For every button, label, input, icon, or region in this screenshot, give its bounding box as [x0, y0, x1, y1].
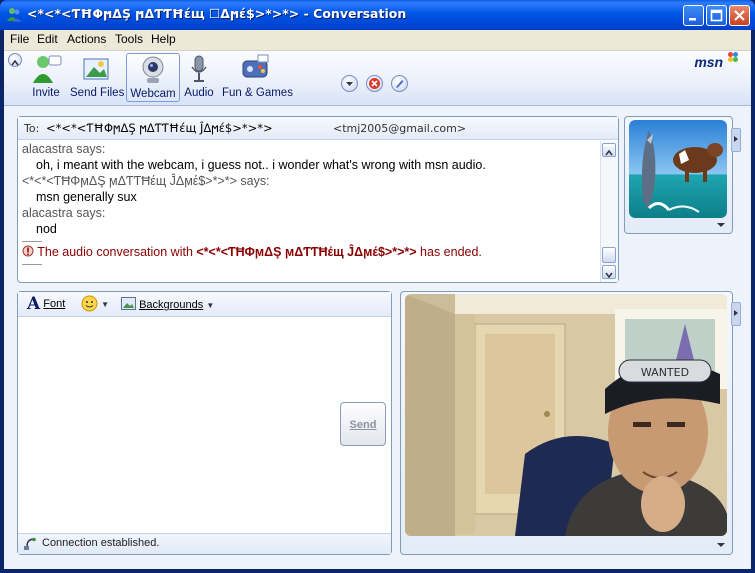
font-label: Font: [43, 298, 66, 310]
webcam-icon: [136, 54, 170, 86]
close-button[interactable]: [729, 5, 750, 26]
to-contact-email: <tmj2005@gmail.com>: [333, 122, 467, 135]
separator: [22, 264, 42, 265]
to-contact-name[interactable]: <*<*<ƬĦΦϻΔŞ ϻΔƬƬĦέщ ĴΔϻέ$>*>*>: [46, 121, 273, 135]
smiley-icon: [81, 295, 98, 312]
picture-options-icon[interactable]: [716, 221, 726, 229]
msn-buddy-icon: [7, 8, 21, 22]
chevron-right-icon: [734, 136, 738, 142]
backgrounds-dropdown-icon: ▼: [206, 301, 215, 310]
webcam-video: WANTED: [405, 294, 727, 536]
brush-icon: [396, 80, 404, 88]
minimize-icon: [689, 18, 696, 21]
invite-label: Invite: [32, 87, 60, 99]
message-input[interactable]: [22, 320, 338, 532]
scroll-up-icon: [605, 149, 613, 156]
audio-label: Audio: [184, 87, 214, 99]
contact-picture-panel: [624, 116, 733, 234]
chevron-down-icon: [346, 82, 353, 86]
backgrounds-icon: [121, 297, 136, 310]
webcam-options-icon[interactable]: [716, 541, 726, 549]
webcam-panel-toggle[interactable]: [731, 302, 741, 326]
send-files-button[interactable]: Send Files: [70, 53, 124, 99]
conversation-history-panel: To: <*<*<ƬĦΦϻΔŞ ϻΔƬƬĦέщ ĴΔϻέ$>*>*> <tmj2…: [17, 116, 619, 283]
message-sender: <*<*<ƬĦΦϻΔŞ ϻΔƬƬĦέщ ĴΔϻέ$>*>*> says:: [22, 174, 270, 188]
format-toolbar: A Font ▼ Backgrounds ▼: [18, 292, 391, 317]
message-text: nod: [36, 222, 57, 236]
toolbar-collapse-button[interactable]: [8, 53, 22, 67]
emoticon-dropdown-icon: ▼: [101, 300, 109, 309]
scroll-down-button[interactable]: [602, 265, 616, 279]
audio-ended-icon: [22, 245, 34, 257]
status-bar: Connection established.: [18, 533, 391, 554]
fun-games-icon: [238, 53, 272, 85]
message-text: msn generally sux: [36, 190, 137, 204]
font-icon: A: [27, 294, 41, 314]
send-files-icon: [80, 53, 114, 85]
status-text: Connection established.: [42, 537, 160, 549]
webcam-panel: WANTED: [400, 291, 733, 555]
display-picture-button[interactable]: [391, 75, 408, 92]
message-history: alacastra says: oh, i meant with the web…: [22, 141, 598, 277]
audio-icon: [182, 53, 216, 85]
conversation-window: <*<*<ƬĦΦϻΔŞ ϻΔƬƬĦέщ ☐Δϻέ$>*>*> - Convers…: [0, 0, 755, 573]
scroll-thumb[interactable]: [602, 247, 616, 263]
svg-text:WANTED: WANTED: [641, 366, 689, 379]
window-client: File Edit Actions Tools Help Invite Send…: [4, 30, 751, 569]
maximize-icon: [710, 9, 723, 22]
history-scrollbar[interactable]: [600, 141, 618, 282]
invite-button[interactable]: Invite: [26, 53, 66, 99]
backgrounds-button[interactable]: Backgrounds ▼: [121, 297, 214, 311]
chevron-up-icon: [11, 59, 19, 66]
send-button[interactable]: Send: [340, 402, 386, 446]
message-sender: alacastra says:: [22, 206, 106, 220]
emoticon-button[interactable]: ▼: [81, 295, 109, 315]
webcam-label: Webcam: [130, 88, 176, 100]
contact-panel-toggle[interactable]: [731, 128, 741, 152]
menu-edit[interactable]: Edit: [37, 32, 58, 46]
scroll-up-button[interactable]: [602, 143, 616, 157]
toolbar: Invite Send Files Webcam Audio Fun & Gam…: [4, 51, 751, 106]
to-label: To:: [24, 122, 40, 135]
window-title: <*<*<ƬĦΦϻΔŞ ϻΔƬƬĦέщ ☐Δϻέ$>*>*> - Convers…: [27, 6, 407, 21]
msn-logo: msn: [694, 52, 739, 70]
send-files-label: Send Files: [70, 87, 125, 99]
invite-icon: [29, 53, 63, 85]
message-text: oh, i meant with the webcam, i guess not…: [36, 158, 486, 172]
backgrounds-label: Backgrounds: [139, 299, 204, 311]
menu-help[interactable]: Help: [151, 32, 176, 46]
maximize-button[interactable]: [706, 5, 727, 26]
menu-file[interactable]: File: [10, 32, 29, 46]
message-sender: alacastra says:: [22, 142, 106, 156]
msn-butterfly-icon: [728, 52, 738, 62]
block-icon: [369, 78, 380, 89]
menu-actions[interactable]: Actions: [67, 32, 106, 46]
chevron-right-icon: [734, 310, 738, 316]
title-bar[interactable]: <*<*<ƬĦΦϻΔŞ ϻΔƬƬĦέщ ☐Δϻέ$>*>*> - Convers…: [0, 0, 755, 30]
webcam-button[interactable]: Webcam: [126, 53, 180, 102]
more-actions-button[interactable]: [341, 75, 358, 92]
block-button[interactable]: [366, 75, 383, 92]
system-message: The audio conversation with <*<*<ƬĦΦϻΔŞ …: [22, 244, 598, 260]
fun-games-label: Fun & Games: [222, 87, 293, 99]
connection-icon: [24, 537, 36, 550]
to-header: To: <*<*<ƬĦΦϻΔŞ ϻΔƬƬĦέщ ĴΔϻέ$>*>*> <tmj2…: [18, 117, 618, 140]
menu-bar: File Edit Actions Tools Help: [4, 30, 751, 51]
system-message-pre: The audio conversation with: [37, 245, 197, 259]
audio-button[interactable]: Audio: [182, 53, 216, 99]
font-button[interactable]: A Font: [27, 294, 65, 314]
system-message-name: <*<*<ƬĦΦϻΔŞ ϻΔƬƬĦέщ ĴΔϻέ$>*>*>: [196, 245, 417, 259]
minimize-button[interactable]: [683, 5, 704, 26]
close-icon: [734, 10, 745, 21]
contact-display-picture[interactable]: [629, 120, 727, 218]
menu-tools[interactable]: Tools: [115, 32, 143, 46]
fun-games-button[interactable]: Fun & Games: [222, 53, 293, 99]
separator: [22, 241, 42, 242]
compose-panel: A Font ▼ Backgrounds ▼ Send Connection e…: [17, 291, 392, 555]
system-message-post: has ended.: [416, 245, 482, 259]
scroll-down-icon: [605, 272, 613, 279]
